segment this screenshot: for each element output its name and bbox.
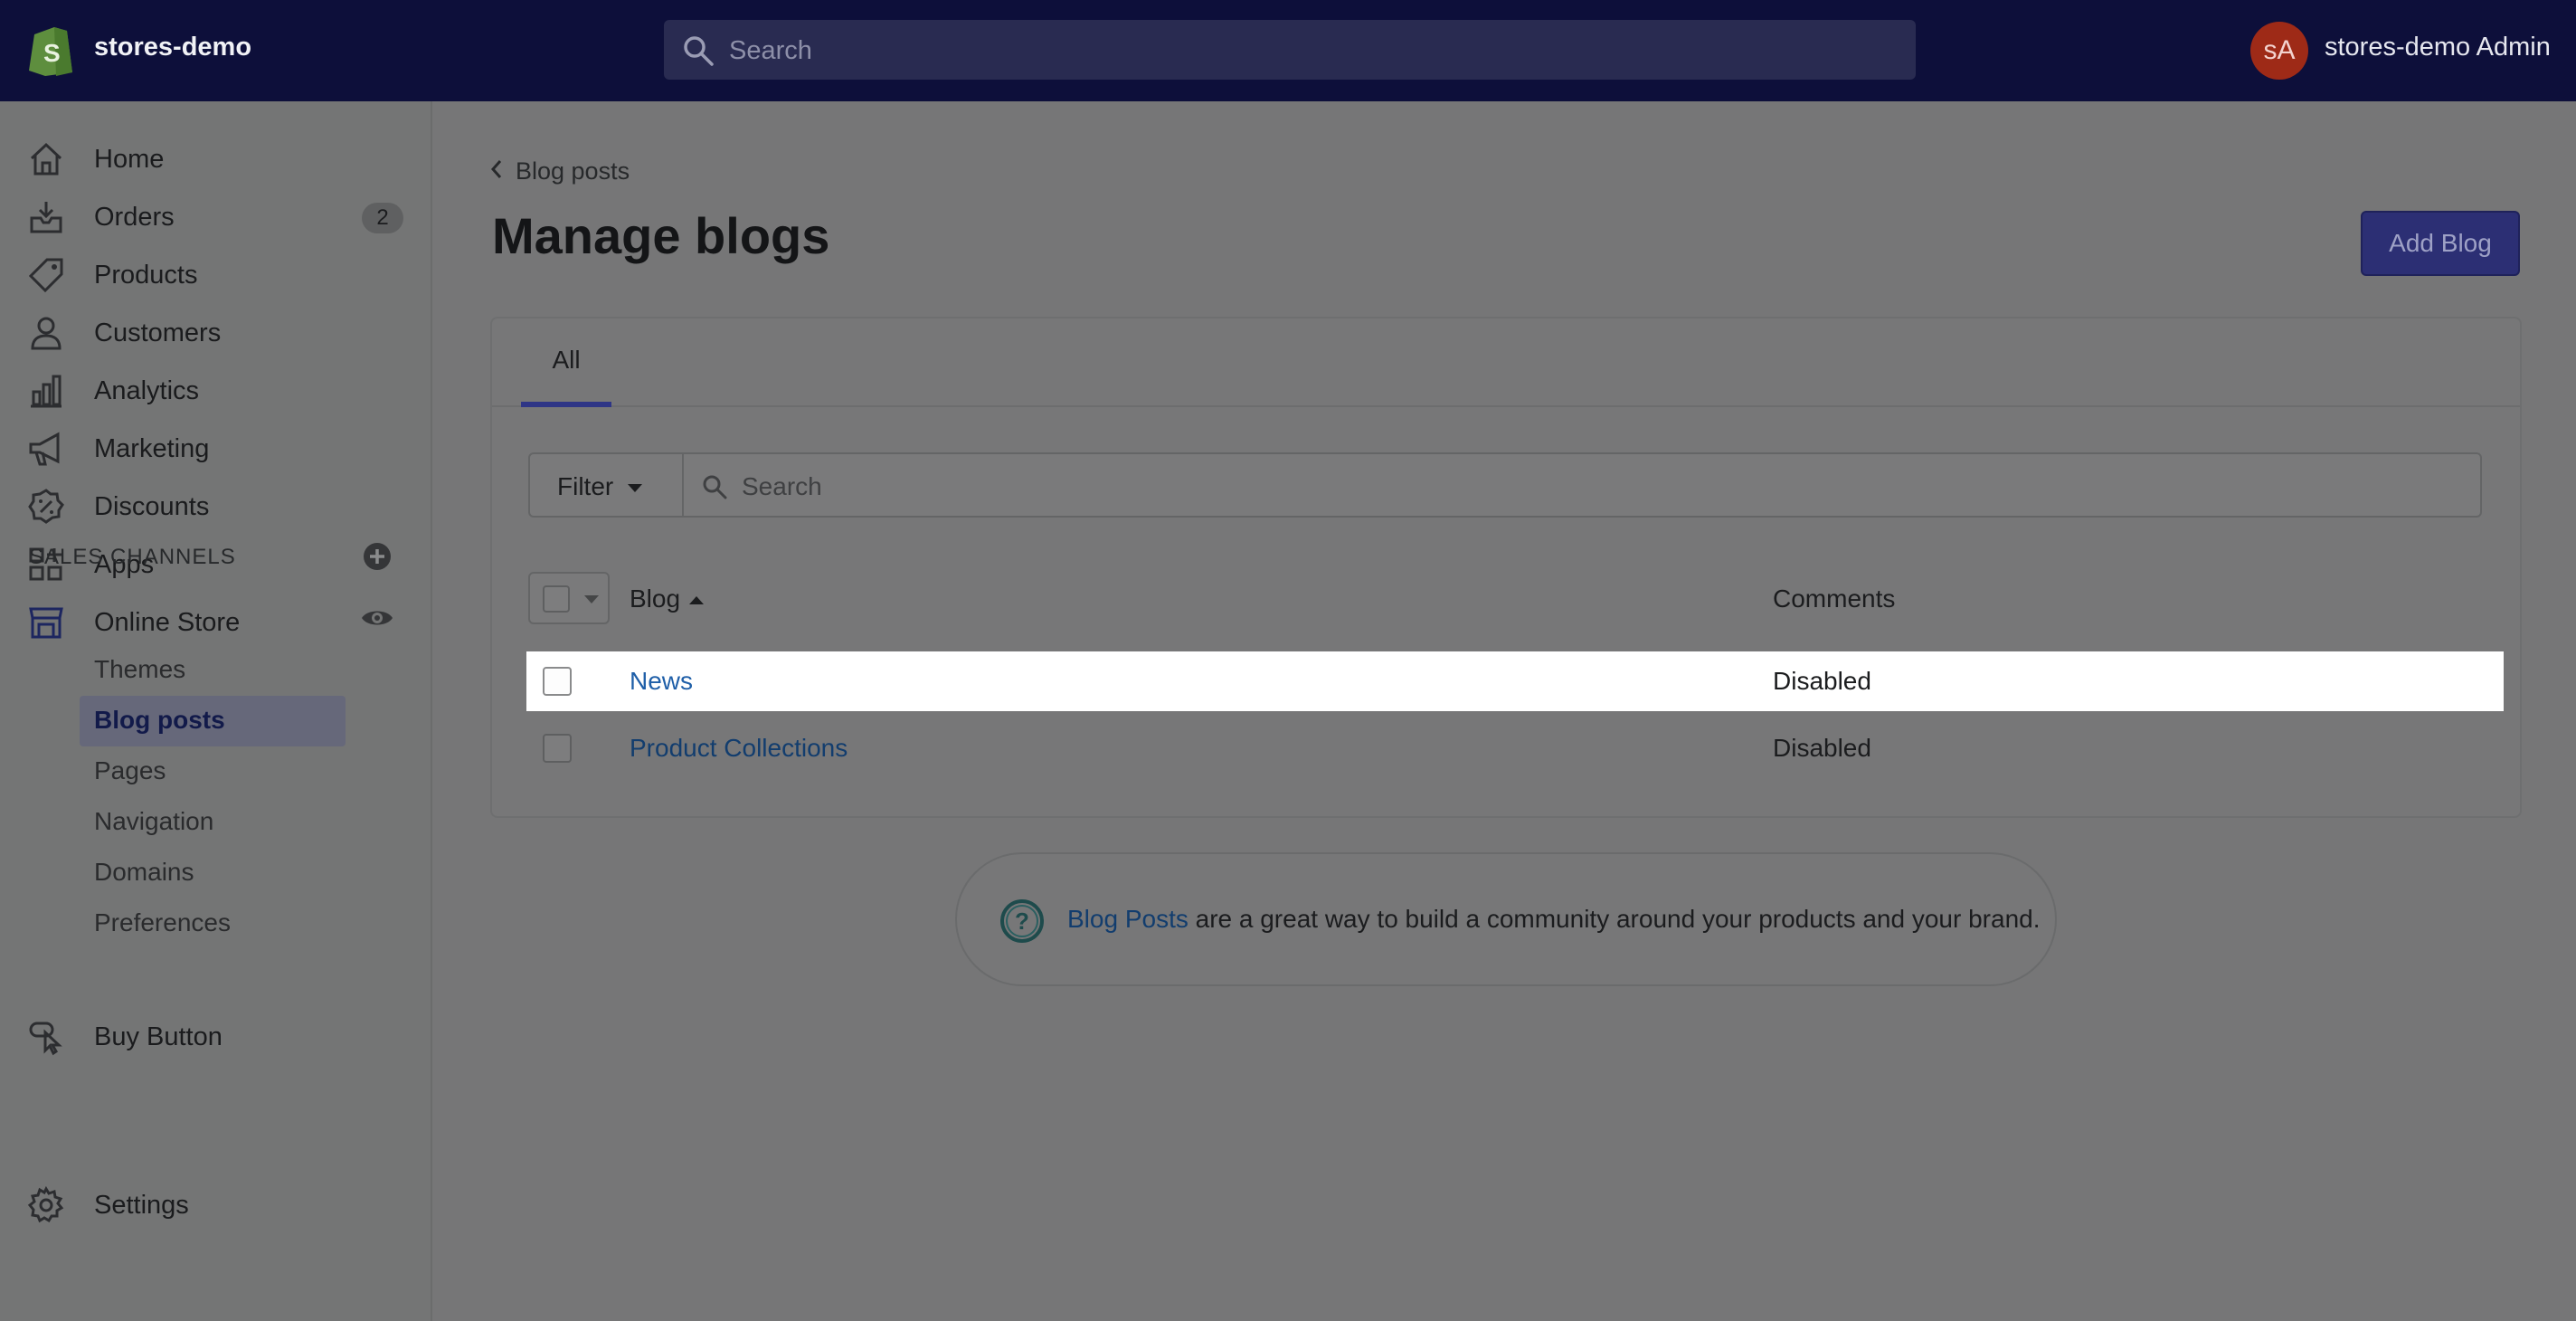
sort-ascending-icon	[689, 596, 705, 605]
sidebar-item-label: Orders	[94, 203, 175, 232]
sidebar-item-label: Buy Button	[94, 1022, 223, 1051]
sidebar-item-label: Discounts	[94, 492, 210, 521]
help-footer: ? Blog Posts are a great way to build a …	[955, 852, 2057, 986]
person-icon	[31, 317, 62, 350]
sidebar-item-settings[interactable]: Settings	[0, 1178, 432, 1231]
row-checkbox[interactable]	[543, 734, 572, 763]
caret-down-icon	[584, 595, 599, 603]
table-row[interactable]: News Disabled	[526, 651, 2504, 711]
sidebar-subitem-blog-posts[interactable]: Blog posts	[94, 706, 225, 735]
orders-icon	[30, 202, 62, 233]
account-name[interactable]: stores-demo Admin	[2325, 33, 2551, 62]
search-icon	[684, 36, 714, 66]
svg-text:?: ?	[1015, 908, 1029, 935]
caret-down-icon	[628, 484, 643, 493]
question-circle-icon: ?	[1000, 899, 1044, 943]
blog-search-input[interactable]: Search	[682, 452, 2482, 518]
avatar[interactable]: sA	[2250, 22, 2308, 80]
table-row[interactable]: Product Collections Disabled	[526, 718, 2504, 778]
comments-status: Disabled	[1773, 734, 1871, 762]
sidebar-item-products[interactable]: Products	[0, 248, 432, 300]
bar-chart-icon	[31, 375, 62, 408]
sidebar-item-home[interactable]: Home	[0, 132, 432, 185]
home-icon	[30, 142, 62, 176]
help-text: Blog Posts are a great way to build a co…	[1067, 905, 2041, 934]
add-sales-channel-icon[interactable]	[362, 541, 393, 572]
help-description: are a great way to build a community aro…	[1188, 905, 2041, 933]
sidebar-item-label: Home	[94, 145, 165, 174]
sidebar-item-label: Online Store	[94, 608, 241, 637]
sidebar-item-customers[interactable]: Customers	[0, 306, 432, 358]
sidebar-item-marketing[interactable]: Marketing	[0, 422, 432, 474]
view-store-eye-icon[interactable]	[360, 603, 394, 633]
select-all-dropdown[interactable]	[528, 572, 610, 624]
search-placeholder: Search	[729, 36, 812, 65]
store-icon	[29, 607, 63, 639]
sidebar-subitem-preferences[interactable]: Preferences	[94, 908, 231, 937]
sidebar-item-orders[interactable]: Orders 2	[0, 190, 432, 242]
orders-count-badge: 2	[362, 203, 403, 233]
megaphone-icon	[29, 432, 60, 466]
filter-button[interactable]: Filter	[528, 452, 684, 518]
buy-button-icon	[29, 1022, 62, 1056]
sidebar-item-discounts[interactable]: Discounts	[0, 480, 432, 532]
sidebar-item-analytics[interactable]: Analytics	[0, 364, 432, 416]
sidebar-item-buy-button[interactable]: Buy Button	[0, 1010, 432, 1062]
svg-text:S: S	[43, 39, 61, 67]
sidebar-item-label: Settings	[94, 1191, 189, 1220]
blogs-card: All Filter Search Blog Comments News Dis…	[492, 318, 2520, 816]
breadcrumb-label: Blog posts	[516, 157, 630, 185]
shopify-logo-icon[interactable]: S	[27, 22, 74, 76]
comments-column-header: Comments	[1773, 584, 1896, 613]
row-checkbox[interactable]	[543, 667, 572, 696]
store-name[interactable]: stores-demo	[94, 33, 251, 62]
tab-all[interactable]: All	[521, 318, 611, 407]
filter-label: Filter	[557, 472, 614, 500]
blog-name-link[interactable]: News	[630, 667, 693, 696]
search-placeholder: Search	[742, 472, 822, 500]
select-all-checkbox[interactable]	[543, 585, 570, 613]
gear-icon	[27, 1186, 64, 1223]
sidebar-item-label: Customers	[94, 318, 222, 347]
sidebar-subitem-domains[interactable]: Domains	[94, 858, 194, 887]
discount-icon	[28, 489, 64, 524]
sidebar-subitem-pages[interactable]: Pages	[94, 756, 166, 785]
sidebar-item-label: Marketing	[94, 434, 210, 463]
search-icon	[703, 475, 727, 499]
chevron-left-icon	[490, 157, 503, 185]
sidebar-item-label: Analytics	[94, 376, 200, 405]
global-search-input[interactable]: Search	[664, 20, 1916, 80]
sidebar-subitem-navigation[interactable]: Navigation	[94, 807, 213, 836]
blog-posts-help-link[interactable]: Blog Posts	[1067, 905, 1189, 933]
breadcrumb[interactable]: Blog posts	[490, 157, 630, 185]
tag-icon	[28, 258, 63, 293]
tabs-bar: All	[492, 318, 2520, 407]
add-blog-button[interactable]: Add Blog	[2361, 211, 2520, 276]
page-title: Manage blogs	[492, 207, 830, 264]
sales-channels-heading: SALES CHANNELS	[29, 545, 236, 569]
sidebar-subitem-themes[interactable]: Themes	[94, 655, 185, 684]
sidebar: Home Orders 2 Products Customers Analyti…	[0, 101, 432, 1321]
comments-status: Disabled	[1773, 667, 1871, 695]
blog-column-header[interactable]: Blog	[630, 584, 705, 613]
sidebar-item-label: Products	[94, 261, 198, 290]
top-bar: S stores-demo Search sA stores-demo Admi…	[0, 0, 2576, 101]
column-label: Blog	[630, 584, 681, 613]
blog-name-link[interactable]: Product Collections	[630, 734, 848, 763]
